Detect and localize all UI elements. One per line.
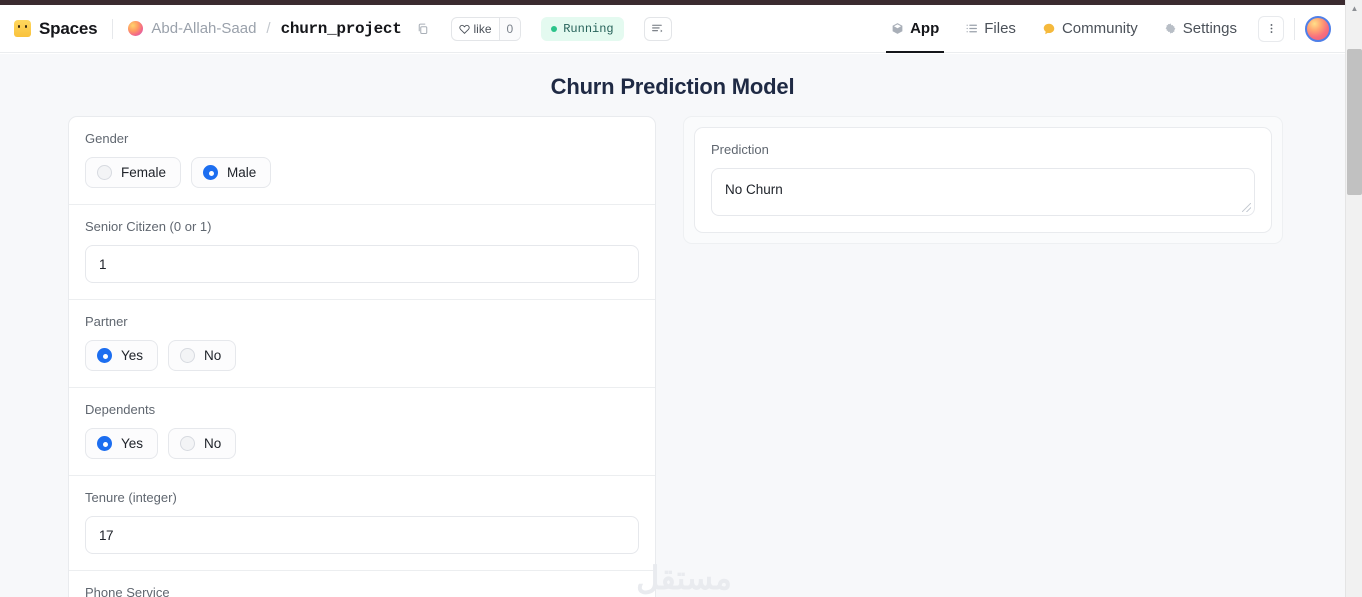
gradio-app-body: Churn Prediction Model Gender Female Mal…: [0, 54, 1345, 597]
like-label: like: [473, 21, 492, 36]
partner-radio-group: Yes No: [85, 340, 639, 371]
resize-handle[interactable]: [1242, 203, 1251, 212]
prediction-value: No Churn: [725, 182, 783, 197]
field-gender: Gender Female Male: [69, 117, 655, 205]
senior-citizen-input[interactable]: 1: [85, 245, 639, 283]
gear-icon: [1164, 22, 1177, 35]
header-divider: [112, 18, 114, 39]
radio-indicator-icon: [180, 348, 196, 363]
radio-indicator-icon: [203, 165, 219, 180]
radio-gender-male-label: Male: [227, 165, 257, 180]
like-button[interactable]: like: [452, 18, 499, 40]
field-gender-label: Gender: [85, 131, 129, 146]
community-icon: [1042, 22, 1056, 36]
breadcrumb-org[interactable]: Abd-Allah-Saad: [151, 20, 256, 37]
header-nav: App Files Community Settings: [878, 5, 1331, 53]
breadcrumb-repo[interactable]: churn_project: [281, 20, 402, 38]
radio-dependents-no-label: No: [204, 436, 222, 451]
field-phone-service-label: Phone Service: [85, 585, 170, 597]
logs-icon[interactable]: [643, 16, 672, 41]
scrollbar-thumb[interactable]: [1347, 49, 1362, 195]
tab-app-label: App: [910, 20, 940, 37]
kebab-menu-icon[interactable]: [1258, 15, 1284, 42]
field-senior-citizen: Senior Citizen (0 or 1) 1: [69, 205, 655, 300]
prediction-label: Prediction: [711, 142, 769, 157]
status-badge: Running: [541, 16, 624, 41]
radio-indicator-icon: [97, 348, 112, 363]
radio-dependents-yes-label: Yes: [121, 436, 144, 451]
tab-settings-label: Settings: [1182, 20, 1237, 37]
senior-citizen-value: 1: [99, 256, 107, 272]
org-avatar: [128, 21, 144, 36]
radio-dependents-no[interactable]: No: [168, 428, 237, 459]
field-partner: Partner Yes No: [69, 300, 655, 388]
radio-partner-yes[interactable]: Yes: [85, 340, 159, 371]
app-columns: Gender Female Male Senior Citizen (0 or …: [0, 116, 1345, 597]
cube-icon: [891, 22, 904, 35]
gender-radio-group: Female Male: [85, 157, 639, 188]
field-dependents-label: Dependents: [85, 402, 156, 417]
radio-indicator-icon: [180, 436, 196, 451]
breadcrumb-slash: /: [266, 20, 271, 37]
radio-gender-male[interactable]: Male: [191, 157, 272, 188]
page-title: Churn Prediction Model: [550, 74, 795, 99]
radio-gender-female[interactable]: Female: [85, 157, 182, 188]
radio-indicator-icon: [97, 436, 112, 451]
spaces-product-label[interactable]: Spaces: [39, 19, 98, 39]
copy-icon[interactable]: [417, 23, 429, 35]
output-panel-wrapper: Prediction No Churn: [683, 116, 1283, 244]
like-button-group[interactable]: like 0: [450, 16, 522, 41]
tab-app[interactable]: App: [878, 5, 952, 53]
status-label: Running: [563, 21, 614, 36]
heart-icon: [458, 24, 470, 34]
huggingface-header: Spaces Abd-Allah-Saad / churn_project li…: [0, 5, 1345, 53]
field-tenure: Tenure (integer) 17: [69, 476, 655, 571]
radio-partner-yes-label: Yes: [121, 348, 144, 363]
output-panel: Prediction No Churn: [694, 127, 1272, 233]
status-dot-icon: [551, 25, 558, 32]
tab-community[interactable]: Community: [1029, 5, 1151, 53]
field-senior-citizen-label: Senior Citizen (0 or 1): [85, 219, 212, 234]
inputs-panel: Gender Female Male Senior Citizen (0 or …: [68, 116, 656, 597]
field-phone-service: Phone Service: [69, 571, 655, 597]
files-icon: [965, 22, 978, 35]
tab-community-label: Community: [1061, 20, 1138, 37]
radio-partner-no-label: No: [204, 348, 222, 363]
dependents-radio-group: Yes No: [85, 428, 639, 459]
radio-dependents-yes[interactable]: Yes: [85, 428, 159, 459]
header-breadcrumb-group: Spaces Abd-Allah-Saad / churn_project li…: [14, 16, 672, 41]
tab-files-label: Files: [984, 20, 1016, 37]
field-tenure-label: Tenure (integer): [85, 490, 177, 505]
field-partner-label: Partner: [85, 314, 128, 329]
header-right-divider: [1294, 17, 1295, 40]
tab-files[interactable]: Files: [952, 5, 1029, 53]
tenure-value: 17: [99, 527, 114, 543]
page-scrollbar[interactable]: ▲: [1345, 0, 1362, 597]
avatar[interactable]: [1305, 15, 1331, 42]
radio-partner-no[interactable]: No: [168, 340, 237, 371]
like-count: 0: [498, 17, 521, 40]
radio-gender-female-label: Female: [121, 165, 167, 180]
prediction-output[interactable]: No Churn: [711, 168, 1255, 216]
field-dependents: Dependents Yes No: [69, 388, 655, 476]
radio-indicator-icon: [97, 165, 112, 180]
scroll-up-arrow-icon[interactable]: ▲: [1346, 0, 1362, 17]
tab-settings[interactable]: Settings: [1151, 5, 1250, 53]
inputs-column: Gender Female Male Senior Citizen (0 or …: [68, 116, 656, 597]
field-prediction: Prediction No Churn: [695, 128, 1271, 232]
output-column: Prediction No Churn: [683, 116, 1283, 244]
tenure-input[interactable]: 17: [85, 516, 639, 554]
spaces-ghost-icon[interactable]: [14, 20, 31, 37]
